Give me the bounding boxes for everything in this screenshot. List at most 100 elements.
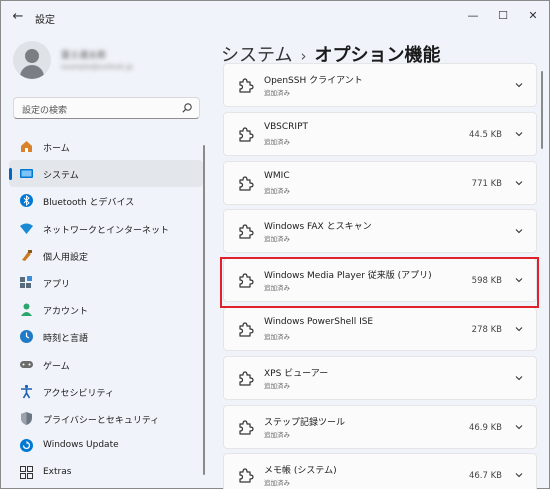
search-icon[interactable] [181,102,193,114]
feature-name: メモ帳 (システム) [264,466,337,477]
sidebar-item-8[interactable]: ゲーム [9,351,203,378]
feature-size: 46.9 KB [468,422,502,433]
chevron-down-icon[interactable] [514,324,524,334]
sidebar-item-label: システム [43,171,79,182]
puzzle-piece-icon [239,322,254,337]
feature-name: WMIC [264,170,290,181]
feature-row[interactable]: ステップ記録ツール 追加済み 46.9 KB [223,404,537,449]
feature-row[interactable]: WMIC 追加済み 771 KB [223,160,537,205]
user-name: 富士通太郎 [61,51,107,61]
sidebar-item-label: Windows Update [43,440,119,451]
feature-row[interactable]: XPS ビューアー 追加済み [223,355,537,400]
feature-row[interactable]: VBSCRIPT 追加済み 44.5 KB [223,111,537,156]
sidebar-item-1[interactable]: システム [9,160,203,188]
sidebar-item-10[interactable]: プライバシーとセキュリティ [9,405,203,432]
feature-status: 追加済み [264,479,290,488]
feature-status: 追加済み [264,186,290,195]
back-button[interactable]: ← [9,9,27,25]
puzzle-piece-icon [239,127,254,142]
account-icon [21,303,32,317]
sidebar-item-7[interactable]: 時刻と言語 [9,323,203,350]
feature-name: Windows FAX とスキャン [264,222,372,233]
feature-name: Windows PowerShell ISE [264,317,374,327]
system-icon [20,169,33,179]
feature-name: ステップ記録ツール [264,417,346,428]
feature-status: 追加済み [264,235,290,244]
sidebar-item-label: Extras [43,467,72,478]
sidebar-item-label: 個人用設定 [43,252,89,263]
sidebar-item-label: プライバシーとセキュリティ [43,415,160,426]
sidebar-item-5[interactable]: アプリ [9,269,203,296]
feature-name: XPS ビューアー [264,368,329,379]
user-email: example@outlook.jp [61,63,133,71]
windows-update-icon [20,439,33,453]
search-input[interactable]: 設定の検索 [22,103,67,116]
sidebar-nav: ホームシステム Bluetooth とデバイスネットワークとインターネット 個人用設… [9,133,203,486]
chevron-down-icon[interactable] [514,422,524,432]
content-scrollbar[interactable] [541,71,543,149]
puzzle-piece-icon [239,371,254,386]
chevron-down-icon[interactable] [514,470,524,480]
bluetooth-icon [20,194,33,208]
sidebar-item-6[interactable]: アカウント [9,296,203,323]
puzzle-piece-icon [239,175,254,191]
feature-status: 追加済み [264,137,290,146]
app-title: 設定 [35,15,55,26]
sidebar-item-label: ゲーム [43,361,70,372]
sidebar-item-2[interactable]: Bluetooth とデバイス [9,187,203,214]
maximize-button[interactable]: ☐ [489,5,517,27]
feature-size: 278 KB [471,325,502,335]
feature-status: 追加済み [264,430,290,439]
home-icon [21,141,32,152]
minimize-button[interactable]: — [459,5,487,27]
feature-row[interactable]: OpenSSH クライアント 追加済み [223,63,537,107]
avatar-body [20,65,44,79]
search-box[interactable]: 設定の検索 [13,97,200,119]
puzzle-piece-icon [239,78,254,93]
puzzle-piece-icon [239,419,254,435]
feature-status: 追加済み [264,89,290,97]
feature-size: 771 KB [471,178,502,189]
sidebar-item-label: ホーム [43,144,70,154]
privacy-shield-icon [21,411,32,425]
network-icon [20,223,33,234]
sidebar-item-11[interactable]: Windows Update [9,432,203,459]
sidebar-scrollbar[interactable] [203,145,205,475]
chevron-down-icon[interactable] [514,80,524,90]
highlight-frame [220,257,539,308]
chevron-down-icon[interactable] [514,178,524,188]
accessibility-icon [21,384,32,399]
feature-name: VBSCRIPT [264,121,309,132]
settings-window: ← 設定 — ☐ ✕ 富士通太郎 example@outlook.jp 設定の検… [0,0,550,489]
feature-name: OpenSSH クライアント [264,76,363,86]
chevron-down-icon[interactable] [514,226,524,236]
personalization-icon [22,249,32,261]
avatar[interactable] [13,41,51,79]
sidebar-item-12[interactable]: Extras [9,459,203,486]
sidebar-item-label: Bluetooth とデバイス [43,198,135,209]
apps-icon [20,275,32,288]
extras-icon [20,466,33,480]
sidebar-item-label: 時刻と言語 [43,334,89,345]
chevron-down-icon[interactable] [514,373,524,383]
time-language-icon [20,330,33,344]
feature-size: 44.5 KB [468,129,502,140]
title-bar: ← 設定 — ☐ ✕ [1,1,549,33]
puzzle-piece-icon [239,224,254,239]
sidebar-item-3[interactable]: ネットワークとインターネット [9,215,203,242]
feature-size: 46.7 KB [468,471,502,482]
sidebar-item-0[interactable]: ホーム [9,133,203,160]
feature-row[interactable]: Windows FAX とスキャン 追加済み [223,209,537,254]
sidebar-item-4[interactable]: 個人用設定 [9,242,203,269]
close-button[interactable]: ✕ [519,5,547,27]
feature-row[interactable]: Windows PowerShell ISE 追加済み 278 KB [223,307,537,351]
sidebar-item-label: アクセシビリティ [43,388,115,399]
feature-status: 追加済み [264,381,290,390]
feature-status: 追加済み [264,333,290,341]
gaming-icon [20,360,33,368]
feature-row[interactable]: メモ帳 (システム) 追加済み 46.7 KB [223,453,537,489]
chevron-down-icon[interactable] [514,129,524,139]
sidebar-item-label: アプリ [43,279,71,290]
sidebar-item-label: ネットワークとインターネット [43,225,170,236]
sidebar-item-9[interactable]: アクセシビリティ [9,378,203,405]
